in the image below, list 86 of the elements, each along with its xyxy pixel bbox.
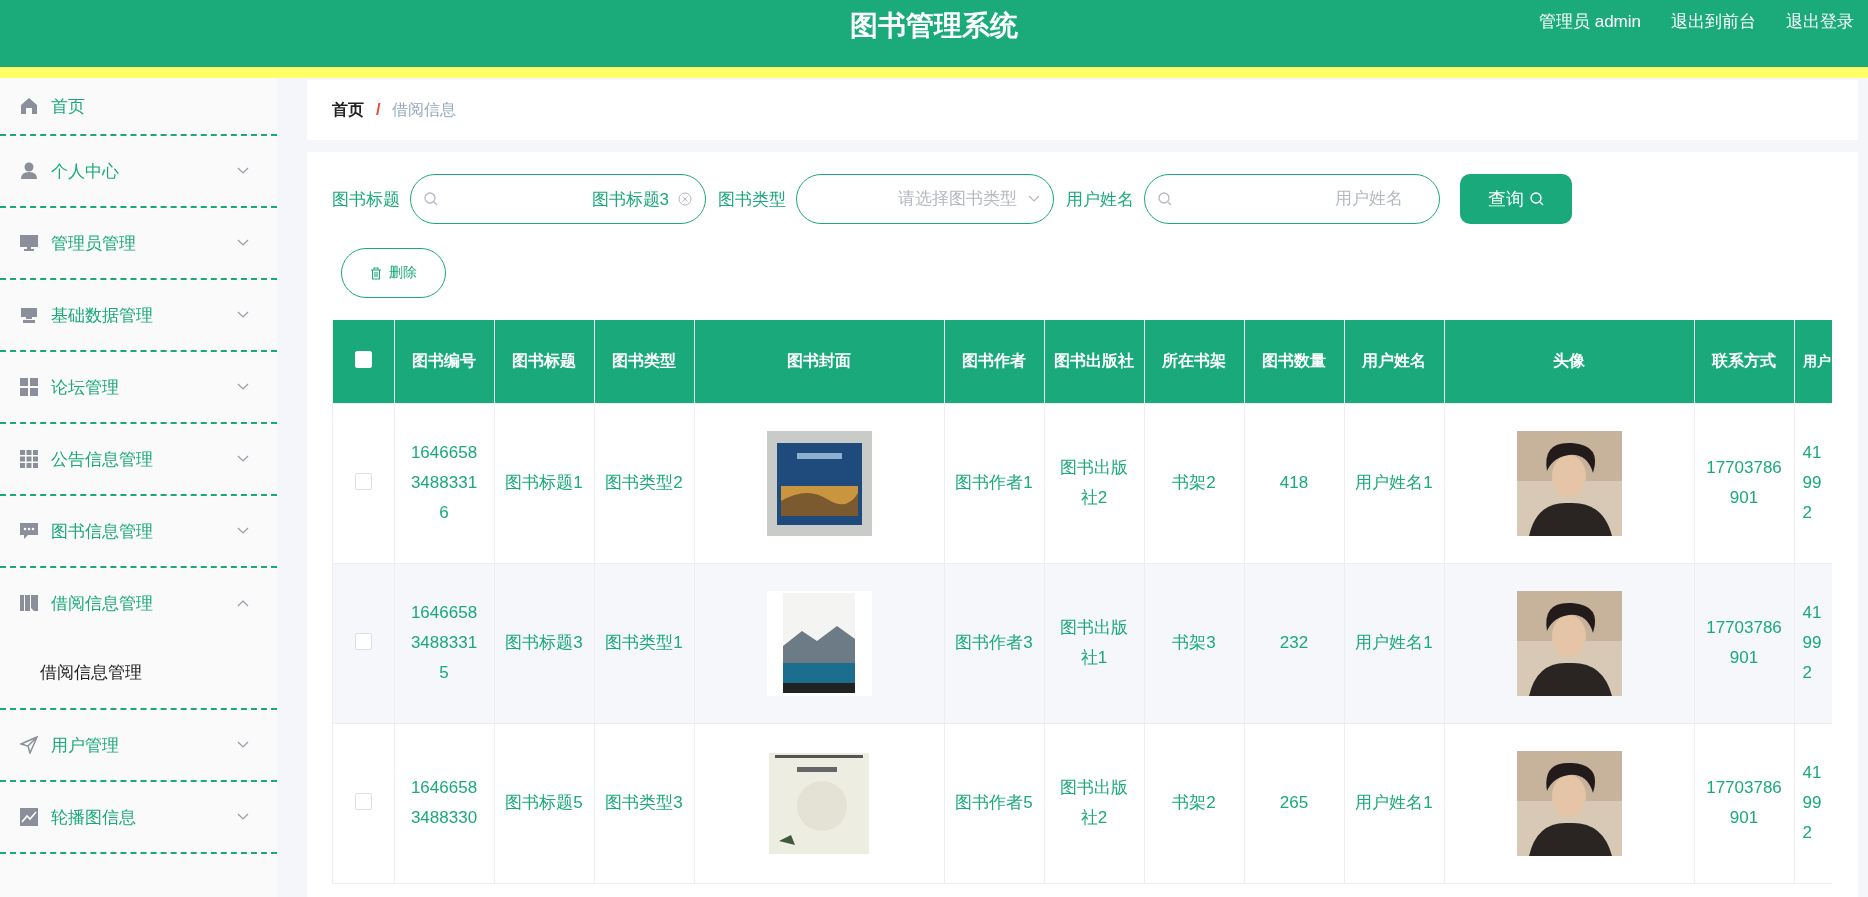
grid-icon — [20, 378, 38, 396]
table-cell-text: 图书标题5 — [504, 792, 584, 814]
column-header: 图书作者 — [962, 351, 1026, 372]
table-cell-text: 图书类型2 — [604, 472, 684, 494]
row-checkbox[interactable] — [354, 472, 372, 490]
table-cell-text: 图书作者5 — [954, 792, 1034, 814]
trash-icon — [370, 266, 382, 280]
header-link[interactable]: 退出登录 — [1786, 10, 1854, 33]
books-icon — [20, 594, 38, 612]
clear-icon — [678, 192, 692, 206]
sidebar-item[interactable]: 首页 — [0, 78, 277, 136]
table-cell-text: 41 99 2 — [1802, 602, 1823, 684]
search-icon — [1530, 192, 1544, 206]
table-cell-text: 17703786901 — [1705, 457, 1783, 509]
monitor-icon — [20, 234, 38, 252]
table-cell-text: 图书出版社1 — [1059, 617, 1129, 669]
column-header: 联系方式 — [1712, 351, 1776, 372]
row-checkbox[interactable] — [354, 792, 372, 810]
table-cell-text: 图书类型3 — [604, 792, 684, 814]
table-cell-text: 图书作者1 — [954, 472, 1034, 494]
table-cell-text: 用户姓名1 — [1354, 472, 1434, 494]
column-header: 图书数量 — [1262, 351, 1326, 372]
field-label: 用户姓名 — [1066, 188, 1134, 211]
table-cell-text: 41 99 2 — [1802, 442, 1823, 524]
table-cell-text: 164665834883316 — [409, 442, 479, 524]
table-cell-text: 图书作者3 — [954, 632, 1034, 654]
table-cell-text: 图书标题3 — [504, 632, 584, 654]
sidebar-item[interactable]: 图书信息管理 — [0, 496, 277, 568]
sidebar-item[interactable]: 管理员管理 — [0, 208, 277, 280]
table-cell-text: 232 — [1279, 632, 1309, 654]
column-header: 图书编号 — [412, 351, 476, 372]
chart-icon — [20, 808, 38, 826]
sidebar-item[interactable]: 借阅信息管理 — [0, 568, 277, 638]
select-all-checkbox[interactable] — [354, 350, 372, 368]
send-icon — [20, 736, 38, 754]
row-checkbox[interactable] — [354, 632, 372, 650]
delete-button[interactable]: 删除 — [341, 248, 446, 298]
table-cell-text: 书架2 — [1172, 472, 1216, 494]
column-header: 所在书架 — [1162, 351, 1226, 372]
caret-icon — [1028, 195, 1040, 203]
table-cell-text: 书架3 — [1172, 632, 1216, 654]
home-icon — [20, 97, 38, 115]
column-header: 图书封面 — [787, 351, 851, 372]
input-field[interactable]: 用户姓名 — [1144, 174, 1440, 224]
table-cell-text: 用户姓名1 — [1354, 792, 1434, 814]
field-label: 图书类型 — [718, 188, 786, 211]
sidebar-item[interactable]: 公告信息管理 — [0, 424, 277, 496]
table-cell-text: 164665834883315 — [409, 602, 479, 684]
table-cell-text: 17703786901 — [1705, 777, 1783, 829]
column-header: 用户 — [1802, 352, 1832, 372]
table-cell-text: 265 — [1279, 792, 1309, 814]
sidebar-item[interactable]: 轮播图信息 — [0, 782, 277, 854]
sidebar-item[interactable]: 个人中心 — [0, 136, 277, 208]
breadcrumb-item[interactable]: 首页 — [332, 99, 364, 121]
table-cell-text: 17703786901 — [1705, 617, 1783, 669]
column-header: 图书标题 — [512, 351, 576, 372]
search-button[interactable]: 查询 — [1460, 174, 1572, 224]
table-cell-text: 书架2 — [1172, 792, 1216, 814]
table-cell-text: 41 99 2 — [1802, 762, 1823, 844]
field-label: 图书标题 — [332, 188, 400, 211]
column-header: 头像 — [1553, 351, 1585, 372]
column-header: 图书类型 — [612, 351, 676, 372]
table-cell-text: 用户姓名1 — [1354, 632, 1434, 654]
table-cell-text: 图书出版社2 — [1059, 457, 1129, 509]
apps-icon — [20, 450, 38, 468]
sidebar-item[interactable]: 论坛管理 — [0, 352, 277, 424]
tray-icon — [20, 306, 38, 324]
user-icon — [20, 162, 38, 180]
table-cell-text: 418 — [1279, 472, 1309, 494]
table-cell-text: 图书类型1 — [604, 632, 684, 654]
header-link[interactable]: 管理员 admin — [1538, 10, 1641, 33]
column-header: 用户姓名 — [1362, 351, 1426, 372]
breadcrumb-item: 借阅信息 — [392, 99, 457, 120]
select-field[interactable]: 请选择图书类型 — [796, 174, 1054, 224]
column-header: 图书出版社 — [1054, 351, 1134, 372]
breadcrumb-separator: / — [376, 101, 381, 119]
chat-icon — [20, 522, 38, 540]
sidebar-item[interactable]: 用户管理 — [0, 710, 277, 782]
header-link[interactable]: 退出到前台 — [1671, 10, 1756, 33]
sidebar-item[interactable]: 基础数据管理 — [0, 280, 277, 352]
input-field[interactable]: 图书标题3 — [410, 174, 706, 224]
app-title: 图书管理系统 — [850, 8, 1018, 43]
table-cell-text: 图书出版社2 — [1059, 777, 1129, 829]
sidebar-subitem[interactable]: 借阅信息管理 — [0, 638, 277, 710]
table-cell-text: 16466583488330 — [409, 777, 479, 829]
table-cell-text: 图书标题1 — [504, 472, 584, 494]
